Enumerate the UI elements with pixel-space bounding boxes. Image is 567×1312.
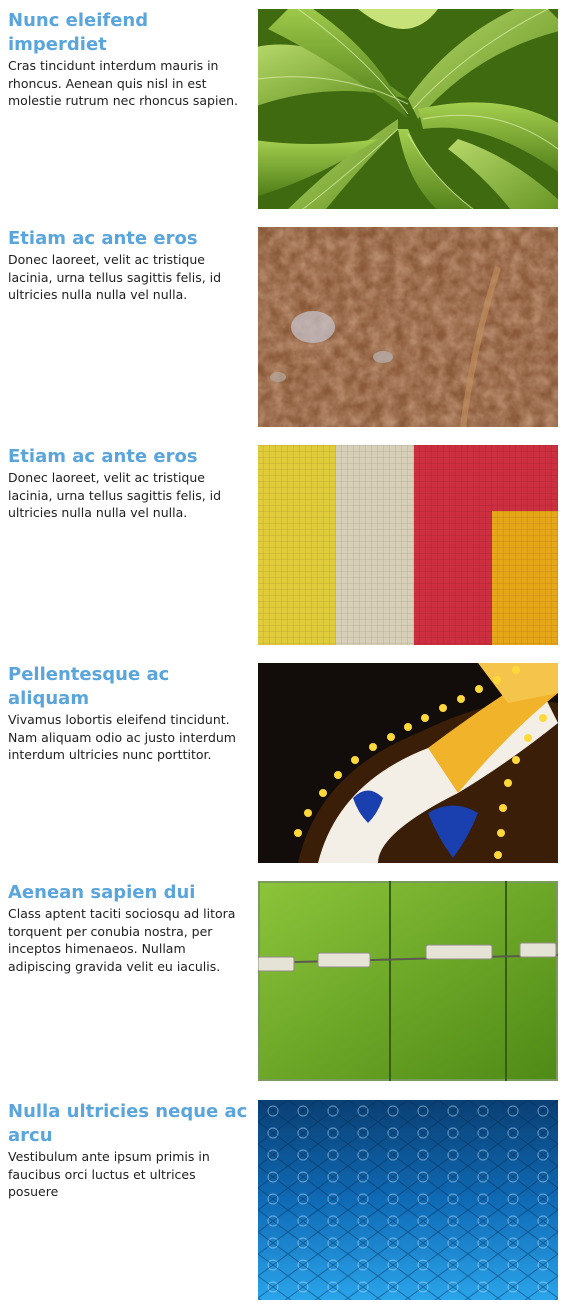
article-title: Etiam ac ante eros (8, 228, 198, 249)
article-title: Aenean sapien dui (8, 882, 196, 903)
article-body: Cras tincidunt interdum mauris in rhoncu… (8, 58, 239, 108)
article-body: Donec laoreet, velit ac tristique lacini… (8, 470, 222, 520)
blue-ceiling-photo (258, 1100, 558, 1300)
article-item: Nunc eleifend imperdiet Cras tincidunt i… (0, 9, 567, 209)
article-item: Nulla ultricies neque ac arcu Vestibulum… (0, 1100, 567, 1300)
leaf-photo (258, 9, 558, 209)
article-text: Etiam ac ante eros Donec laoreet, velit … (8, 445, 248, 522)
article-item: Pellentesque ac aliquam Vivamus lobortis… (0, 663, 567, 863)
article-title: Etiam ac ante eros (8, 446, 198, 467)
mosaic-tiles-photo (258, 445, 558, 645)
article-item: Aenean sapien dui Class aptent taciti so… (0, 881, 567, 1081)
article-title: Nunc eleifend imperdiet (8, 10, 149, 55)
carnival-lights-photo (258, 663, 558, 863)
rust-photo (258, 227, 558, 427)
article-text: Nunc eleifend imperdiet Cras tincidunt i… (8, 9, 248, 110)
article-body: Vivamus lobortis eleifend tincidunt. Nam… (8, 712, 236, 762)
article-body: Donec laoreet, velit ac tristique lacini… (8, 252, 222, 302)
article-text: Nulla ultricies neque ac arcu Vestibulum… (8, 1100, 248, 1201)
article-item: Etiam ac ante eros Donec laoreet, velit … (0, 227, 567, 427)
article-text: Aenean sapien dui Class aptent taciti so… (8, 881, 248, 975)
article-title: Nulla ultricies neque ac arcu (8, 1101, 248, 1146)
article-body: Class aptent taciti sociosqu ad litora t… (8, 906, 236, 974)
article-item: Etiam ac ante eros Donec laoreet, velit … (0, 445, 567, 645)
green-wall-photo (258, 881, 558, 1081)
article-body: Vestibulum ante ipsum primis in faucibus… (8, 1149, 210, 1199)
article-title: Pellentesque ac aliquam (8, 664, 170, 709)
article-text: Pellentesque ac aliquam Vivamus lobortis… (8, 663, 248, 764)
article-text: Etiam ac ante eros Donec laoreet, velit … (8, 227, 248, 304)
